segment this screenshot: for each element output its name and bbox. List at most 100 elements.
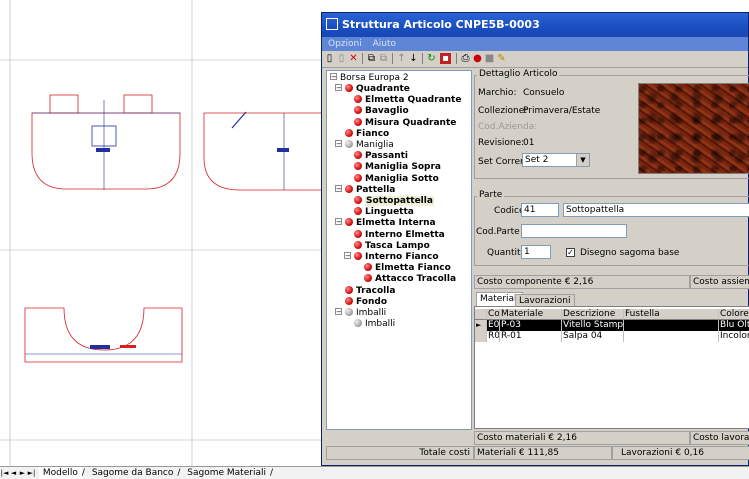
delete-icon[interactable]: ✕ [348,53,359,64]
parte-legend: Parte [477,190,505,200]
structure-tree[interactable]: − Borsa Europa 2 − Quadrante Elmetta Quadra… [326,70,472,430]
codice-label: Codice [494,206,525,216]
print-icon[interactable]: ⎙ [460,53,471,64]
menu-aiuto[interactable]: Aiuto [373,39,396,49]
tree-node-label: Maniglia Sotto [365,173,439,184]
tree-node-label: Quadrante [356,84,410,94]
tree-node[interactable]: − Interno Fianco [344,252,439,263]
tree-root[interactable]: − Borsa Europa 2 [330,73,409,84]
grid-header: Codi Materiale Descrizione Fustella Colo… [475,309,749,320]
up-icon[interactable]: ↑ [396,53,407,64]
codice-input[interactable]: 41 [521,203,559,217]
struttura-articolo-window: Struttura Articolo CNPE5B-0003 Opzioni A… [321,12,749,466]
tree-node[interactable]: Fianco [345,128,389,140]
status-red-icon [354,240,362,249]
collapse-icon[interactable]: − [335,218,342,226]
refresh-icon[interactable]: ↻ [426,53,437,64]
status-red-icon [364,263,372,272]
tree-root-label: Borsa Europa 2 [340,73,409,83]
tree-node-label: Interno Elmetta [365,229,445,240]
edit-icon[interactable]: ▯ [336,53,347,64]
window-titlebar[interactable]: Struttura Articolo CNPE5B-0003 [322,13,748,37]
tree-node-label: Elmetta Fianco [375,263,451,274]
col-materiale[interactable]: Materiale [500,309,562,320]
status-red-icon [354,95,362,104]
tree-node[interactable]: − Elmetta Interna [335,218,436,229]
tree-node[interactable]: Elmetta Quadrante [354,95,461,106]
tree-node[interactable]: Sottopattella [354,196,434,207]
disegno-checkbox[interactable]: ✓ [566,248,575,257]
tree-node[interactable]: Fondo [345,296,387,308]
costo-assieme: Costo assieme [690,275,749,289]
tree-node[interactable]: Tracolla [345,285,395,297]
cell-codi: R01 [488,331,500,342]
sheet-tab-modello[interactable]: Modello [38,467,82,479]
costo-lavorazioni-text: Costo lavorazioni [693,433,749,443]
tree-node[interactable]: − Pattella [335,184,395,196]
materials-grid[interactable]: Codi Materiale Descrizione Fustella Colo… [474,306,749,429]
costo-lavorazioni: Costo lavorazioni [690,431,749,445]
sheet-tab-sagome-materiali[interactable]: Sagome Materiali [183,467,270,479]
prev-sheet-icon[interactable]: ◄ [9,467,18,479]
table-row[interactable]: ► E02 P-03 Vitello Stampa Co Blu Oltre [475,320,749,331]
down-icon[interactable]: ↓ [408,53,419,64]
tree-node[interactable]: Maniglia Sopra [354,162,441,173]
new-icon[interactable]: ▯ [324,53,335,64]
cost-icon[interactable]: ▪ [440,53,451,64]
chevron-down-icon[interactable]: ▼ [576,154,589,166]
status-red-icon [345,218,353,227]
tree-node[interactable]: Bavaglio [354,106,409,117]
descrizione-input[interactable]: Sottopattella [563,203,749,217]
status-grey-icon [345,308,353,316]
folder-icon[interactable]: ■ [484,53,495,64]
col-fustella[interactable]: Fustella [624,309,719,320]
tree-node[interactable]: Maniglia Sotto [354,173,439,185]
col-colore[interactable]: Colore [719,309,749,320]
tree-node[interactable]: Tasca Lampo [354,240,430,252]
collapse-icon[interactable]: − [335,308,342,316]
last-sheet-icon[interactable]: ►| [27,467,36,479]
tree-node[interactable]: Attacco Tracolla [364,274,456,285]
set-corrente-select[interactable]: Set 2 ▼ [522,153,590,167]
tree-node[interactable]: − Maniglia [335,140,394,151]
table-row[interactable]: R01 R-01 Salpa 04 Incolore [475,331,749,342]
tree-node-label: Interno Fianco [365,252,439,262]
status-red-icon [345,296,353,305]
tree-node[interactable]: Imballi [354,319,395,330]
revisione-label: Revisione: [478,138,525,148]
collapse-icon[interactable]: − [335,140,342,148]
tree-node-label: Attacco Tracolla [375,274,457,285]
status-red-icon [354,229,362,238]
tree-node[interactable]: Misura Quadrante [354,117,456,129]
totale-lavorazioni: Lavorazioni € 0,16 [612,446,749,460]
collapse-icon[interactable]: − [335,84,342,92]
pencil-icon[interactable]: ✎ [496,53,507,64]
dettaglio-legend: Dettaglio Articolo [477,69,560,79]
paste-icon[interactable]: ⧉ [378,53,389,64]
collapse-icon[interactable]: − [344,252,351,260]
tree-node[interactable]: − Quadrante [335,84,410,95]
tree-node[interactable]: Elmetta Fianco [364,263,451,274]
record-icon[interactable]: ● [472,53,483,64]
tree-node[interactable]: Interno Elmetta [354,229,445,241]
collapse-icon[interactable]: − [330,73,337,81]
menu-opzioni[interactable]: Opzioni [328,39,362,49]
col-descrizione[interactable]: Descrizione [562,309,624,320]
quantita-input[interactable]: 1 [521,245,551,259]
next-sheet-icon[interactable]: ► [18,467,27,479]
sheet-tab-sagome-banco[interactable]: Sagome da Banco [88,467,178,479]
cad-label-mark [120,345,136,348]
totale-costi-text: Totale costi [419,448,470,458]
material-thumbnail [638,83,749,174]
tree-node[interactable]: − Imballi [335,308,386,319]
cell-colore: Incolore [719,331,749,342]
tree-node[interactable]: Linguetta [354,207,414,218]
collapse-icon[interactable]: − [335,184,342,192]
first-sheet-icon[interactable]: |◄ [0,467,9,479]
copy-icon[interactable]: ⧉ [366,53,377,64]
status-red-icon [354,117,362,126]
tree-node[interactable]: Passanti [354,151,408,162]
col-codi[interactable]: Codi [487,309,500,320]
cell-materiale: P-03 [500,320,562,331]
cod-parte-input[interactable] [521,224,627,238]
